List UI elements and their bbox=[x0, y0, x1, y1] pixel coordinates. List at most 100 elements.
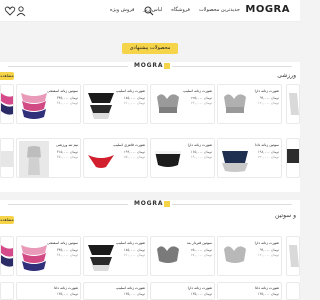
product-old-price: ۱۲۰,۰۰۰ تومان bbox=[257, 253, 279, 257]
product-old-price: ۲۸۰,۰۰۰ تومان bbox=[190, 253, 212, 257]
product-old-price: ۲۶۰,۰۰۰ تومان bbox=[190, 101, 212, 105]
product-name: شورت زنانه اسلیپ bbox=[116, 286, 145, 290]
product-name: سوتین زنانه دادا bbox=[255, 143, 279, 147]
product-card[interactable]: شورت فانتزی اسلیپ ۱۹۹,۰۰۰ تومان ۲۵۰,۰۰۰ … bbox=[83, 138, 148, 178]
product-card-partial[interactable] bbox=[0, 236, 14, 276]
product-old-price: ۳۵۰,۰۰۰ تومان bbox=[56, 155, 78, 159]
product-name: شورت زنانه دادا bbox=[254, 286, 279, 290]
product-name: سوتین فنردار بند bbox=[186, 241, 212, 245]
product-price: ۱۳۵,۰۰۰ تومان bbox=[56, 292, 78, 296]
product-image bbox=[21, 93, 47, 119]
product-card[interactable]: شورت زنانه دادا ۱۳۵,۰۰۰ تومان bbox=[16, 282, 81, 300]
product-card[interactable]: سوتین زنانه اسفنجی ۳۴۵,۰۰۰ تومان ۳۸۰,۰۰۰… bbox=[16, 236, 81, 276]
product-price: ۳۴۵,۰۰۰ تومان bbox=[56, 248, 78, 252]
product-card[interactable]: شورت زنانه دارا ۱۳۵,۰۰۰ تومان bbox=[150, 282, 215, 300]
product-old-price: ۱۹۰,۰۰۰ تومان bbox=[190, 155, 212, 159]
main-nav: جدیدترین محصولات فروشگاه لباس زیر فروش و… bbox=[101, 7, 240, 13]
product-price: ۱۳۵,۰۰۰ تومان bbox=[123, 292, 145, 296]
product-card-partial[interactable] bbox=[286, 236, 300, 276]
product-card-partial[interactable] bbox=[0, 138, 14, 178]
nav-item-underwear[interactable]: لباس زیر bbox=[143, 7, 162, 13]
product-image bbox=[155, 151, 181, 167]
product-name: نیم تنه ورزشی bbox=[56, 143, 78, 147]
product-card[interactable]: شورت زنانه اسلیپ ۲۲۵,۰۰۰ تومان ۲۶۰,۰۰۰ ت… bbox=[150, 84, 215, 124]
product-price: ۱۳۵,۰۰۰ تومان bbox=[257, 292, 279, 296]
product-price: ۹۹,۰۰۰ تومان bbox=[259, 248, 279, 252]
product-image bbox=[88, 245, 114, 271]
product-card[interactable]: سوتین زنانه دادا ۱۹۸,۰۰۰ تومان ۲۲۰,۰۰۰ ت… bbox=[217, 138, 282, 178]
product-old-price: ۱۲۰,۰۰۰ تومان bbox=[257, 101, 279, 105]
product-card-partial[interactable] bbox=[0, 84, 14, 124]
section-title: محصولات پیشنهادی bbox=[122, 43, 178, 54]
product-card[interactable]: شورت زنانه دادا ۱۳۵,۰۰۰ تومان bbox=[217, 282, 282, 300]
product-name: شورت زنانه دارا bbox=[254, 241, 279, 245]
product-card-partial[interactable] bbox=[286, 138, 300, 178]
product-price: ۱۶۵,۰۰۰ تومان bbox=[190, 150, 212, 154]
nav-item-new-products[interactable]: جدیدترین محصولات bbox=[199, 7, 240, 13]
product-price: ۲۲۵,۰۰۰ تومان bbox=[190, 96, 212, 100]
product-price: ۱۹۸,۰۰۰ تومان bbox=[257, 150, 279, 154]
product-name: سوتین زنانه اسفنجی bbox=[47, 89, 78, 93]
product-price: ۳۴۵,۰۰۰ تومان bbox=[56, 96, 78, 100]
divider bbox=[8, 66, 128, 67]
product-card-partial[interactable] bbox=[286, 282, 300, 300]
divider bbox=[172, 204, 292, 205]
product-image bbox=[21, 245, 47, 271]
product-card[interactable]: نیم تنه ورزشی ۳۱۵,۰۰۰ تومان ۳۵۰,۰۰۰ توما… bbox=[16, 138, 81, 178]
product-price: ۱۹۹,۰۰۰ تومان bbox=[123, 150, 145, 154]
divider bbox=[8, 204, 128, 205]
product-image bbox=[88, 93, 114, 119]
product-card[interactable]: شورت زنانه اسلیپ ۱۸۵,۰۰۰ تومان ۲۱۰,۰۰۰ ت… bbox=[83, 236, 148, 276]
product-name: شورت زنانه اسلیپ bbox=[116, 89, 145, 93]
product-old-price: ۲۲۰,۰۰۰ تومان bbox=[257, 155, 279, 159]
product-old-price: ۲۱۰,۰۰۰ تومان bbox=[123, 253, 145, 257]
product-name: شورت زنانه اسلیپ bbox=[116, 241, 145, 245]
product-name: شورت زنانه دارا bbox=[187, 143, 212, 147]
product-old-price: ۲۱۰,۰۰۰ تومان bbox=[123, 101, 145, 105]
site-header: جدیدترین محصولات فروشگاه لباس زیر فروش و… bbox=[0, 0, 300, 22]
product-price: ۱۳۵,۰۰۰ تومان bbox=[190, 292, 212, 296]
view-all-button[interactable]: مشاهده bbox=[0, 72, 14, 80]
product-card[interactable]: شورت زنانه اسلیپ ۱۸۵,۰۰۰ تومان ۲۱۰,۰۰۰ ت… bbox=[83, 84, 148, 124]
product-old-price: ۳۸۰,۰۰۰ تومان bbox=[56, 253, 78, 257]
product-price: ۱۸۵,۰۰۰ تومان bbox=[123, 96, 145, 100]
product-card-partial[interactable] bbox=[0, 282, 14, 300]
product-image bbox=[157, 94, 179, 113]
product-card[interactable]: سوتین زنانه اسفنجی ۳۴۵,۰۰۰ تومان ۳۸۰,۰۰۰… bbox=[16, 84, 81, 124]
view-all-button[interactable]: مشاهده bbox=[0, 216, 14, 224]
product-image bbox=[88, 155, 114, 168]
product-name: سوتین زنانه اسفنجی bbox=[47, 241, 78, 245]
product-price: ۱۸۵,۰۰۰ تومان bbox=[123, 248, 145, 252]
product-image bbox=[157, 246, 179, 263]
band-brand: MOGRA bbox=[134, 62, 170, 69]
product-name: شورت زنانه دارا bbox=[187, 286, 212, 290]
nav-item-shop[interactable]: فروشگاه bbox=[171, 7, 190, 13]
category-title: ورزشی bbox=[277, 72, 296, 79]
product-image bbox=[222, 151, 248, 172]
product-card[interactable]: سوتین فنردار بند ۲۵۰,۰۰۰ تومان ۲۸۰,۰۰۰ ت… bbox=[150, 236, 215, 276]
product-old-price: ۲۵۰,۰۰۰ تومان bbox=[123, 155, 145, 159]
category-title: و سوتین bbox=[275, 212, 296, 219]
product-card[interactable]: شورت زنانه دارا ۹۹,۰۰۰ تومان ۱۲۰,۰۰۰ توم… bbox=[217, 84, 282, 124]
product-name: شورت زنانه اسلیپ bbox=[183, 89, 212, 93]
band-brand: MOGRA bbox=[134, 200, 170, 207]
product-band: MOGRA و سوتین مشاهده سوتین زنانه اسفنجی … bbox=[0, 200, 300, 300]
product-image bbox=[224, 246, 246, 263]
site-logo[interactable]: MOGRA bbox=[245, 4, 290, 15]
product-card[interactable]: شورت زنانه دارا ۹۹,۰۰۰ تومان ۱۲۰,۰۰۰ توم… bbox=[217, 236, 282, 276]
divider bbox=[172, 66, 292, 67]
product-old-price: ۳۸۰,۰۰۰ تومان bbox=[56, 101, 78, 105]
product-price: ۲۵۰,۰۰۰ تومان bbox=[190, 248, 212, 252]
product-name: شورت فانتزی اسلیپ bbox=[113, 143, 145, 147]
product-price: ۳۱۵,۰۰۰ تومان bbox=[56, 150, 78, 154]
nav-item-sale[interactable]: فروش ویژه bbox=[110, 7, 134, 13]
user-icon[interactable] bbox=[15, 5, 27, 17]
product-name: شورت زنانه دارا bbox=[254, 89, 279, 93]
product-card-partial[interactable] bbox=[286, 84, 300, 124]
product-band: MOGRA ورزشی مشاهده سوتین زنانه اسفنجی ۳۴… bbox=[0, 62, 300, 192]
product-image bbox=[19, 141, 49, 177]
product-image bbox=[224, 94, 246, 113]
product-card[interactable]: شورت زنانه اسلیپ ۱۳۵,۰۰۰ تومان bbox=[83, 282, 148, 300]
product-card[interactable]: شورت زنانه دارا ۱۶۵,۰۰۰ تومان ۱۹۰,۰۰۰ تو… bbox=[150, 138, 215, 178]
product-name: شورت زنانه دادا bbox=[53, 286, 78, 290]
